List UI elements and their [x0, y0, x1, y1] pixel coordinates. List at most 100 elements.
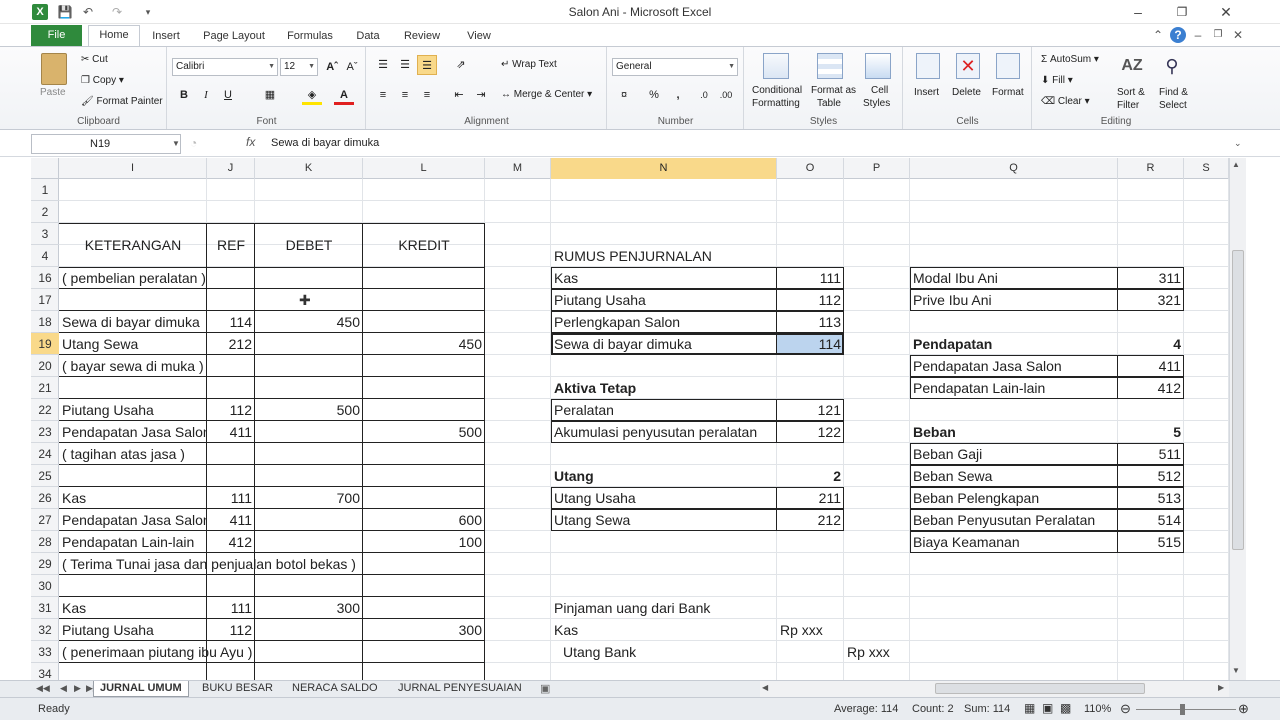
- journal-kredit[interactable]: 300: [363, 619, 485, 641]
- row-header-32[interactable]: 32: [31, 619, 59, 641]
- journal-keterangan[interactable]: Pendapatan Lain-lain: [59, 531, 207, 553]
- align-center-icon[interactable]: ≡: [395, 85, 415, 105]
- merge-center-button[interactable]: ↔ Merge & Center ▾: [501, 89, 592, 100]
- pendapatan-code[interactable]: 412: [1118, 377, 1184, 399]
- pinjaman-utang-bank[interactable]: Utang Bank: [551, 641, 777, 663]
- cut-button[interactable]: ✂ Cut: [81, 54, 108, 65]
- format-as-table-button[interactable]: Format as: [811, 85, 856, 96]
- row-header-1[interactable]: 1: [31, 179, 59, 201]
- aktiva-tetap-name[interactable]: Peralatan: [551, 399, 777, 421]
- help-icon[interactable]: ?: [1170, 27, 1186, 43]
- zoom-out-icon[interactable]: ⊖: [1120, 701, 1131, 717]
- grow-font-icon[interactable]: Aˆ: [322, 57, 342, 77]
- formula-bar-collapse-icon[interactable]: ◔: [190, 136, 197, 150]
- delete-button[interactable]: Delete: [952, 87, 981, 98]
- bold-icon[interactable]: B: [174, 85, 194, 105]
- beban-name[interactable]: Beban Penyusutan Peralatan: [910, 509, 1118, 531]
- aset-lancar-code[interactable]: 112: [777, 289, 844, 311]
- journal-ref[interactable]: 411: [207, 509, 255, 531]
- expand-formula-bar-icon[interactable]: ⌄: [1234, 138, 1242, 149]
- zoom-in-icon[interactable]: ⊕: [1238, 701, 1249, 717]
- align-left-icon[interactable]: ≡: [373, 85, 393, 105]
- journal-kredit[interactable]: 100: [363, 531, 485, 553]
- pendapatan-name[interactable]: Pendapatan Jasa Salon: [910, 355, 1118, 377]
- workbook-restore-icon[interactable]: ❐: [1210, 27, 1226, 43]
- worksheet-grid[interactable]: KETERANGAN REF DEBET KREDIT ( pembelian pera…: [59, 179, 1229, 680]
- sheet-tab-jurnal-umum[interactable]: JURNAL UMUM: [93, 681, 189, 697]
- journal-keterangan[interactable]: ( Terima Tunai jasa dan penjualan botol …: [59, 553, 485, 575]
- modal-code[interactable]: 311: [1118, 267, 1184, 289]
- row-header-16[interactable]: 16: [31, 267, 59, 289]
- journal-ref[interactable]: 112: [207, 619, 255, 641]
- font-size-combo[interactable]: 12 ▼: [280, 58, 318, 76]
- journal-debet[interactable]: 500: [255, 399, 363, 421]
- beban-name[interactable]: Beban Gaji: [910, 443, 1118, 465]
- font-color-icon[interactable]: A: [334, 85, 354, 105]
- aset-lancar-name[interactable]: Sewa di bayar dimuka: [551, 333, 777, 355]
- fill-color-icon[interactable]: ◈: [302, 85, 322, 105]
- column-header-s[interactable]: S: [1184, 158, 1229, 179]
- format-button[interactable]: Format: [992, 87, 1024, 98]
- journal-keterangan[interactable]: Utang Sewa: [59, 333, 207, 355]
- beban-code[interactable]: 514: [1118, 509, 1184, 531]
- modal-code[interactable]: 321: [1118, 289, 1184, 311]
- insert-button[interactable]: Insert: [914, 87, 939, 98]
- vertical-scroll-thumb[interactable]: [1232, 250, 1244, 550]
- modal-name[interactable]: Prive Ibu Ani: [910, 289, 1118, 311]
- column-header-m[interactable]: M: [485, 158, 551, 179]
- autosum-button[interactable]: Σ AutoSum ▾: [1041, 54, 1099, 65]
- journal-kredit[interactable]: 600: [363, 509, 485, 531]
- beban-code[interactable]: 515: [1118, 531, 1184, 553]
- journal-debet[interactable]: 700: [255, 487, 363, 509]
- page-break-view-icon[interactable]: ▩: [1060, 701, 1071, 715]
- aktiva-tetap-code[interactable]: 121: [777, 399, 844, 421]
- column-header-l[interactable]: L: [363, 158, 485, 179]
- first-sheet-icon[interactable]: ◀◀: [36, 683, 50, 694]
- utang-name[interactable]: Utang Sewa: [551, 509, 777, 531]
- clear-button[interactable]: ⌫ Clear ▾: [1041, 96, 1090, 107]
- tab-home[interactable]: Home: [88, 25, 140, 47]
- journal-ref[interactable]: 411: [207, 421, 255, 443]
- zoom-slider-track[interactable]: [1136, 709, 1236, 710]
- beban-code[interactable]: 511: [1118, 443, 1184, 465]
- wrap-text-button[interactable]: ↵ Wrap Text: [501, 59, 557, 70]
- zoom-level[interactable]: 110%: [1084, 703, 1111, 715]
- decrease-decimal-icon[interactable]: .00: [716, 85, 736, 105]
- minimize-ribbon-icon[interactable]: ⌃: [1150, 27, 1166, 43]
- journal-keterangan[interactable]: [59, 663, 207, 680]
- sheet-tab-neraca-saldo[interactable]: NERACA SALDO: [286, 681, 384, 697]
- tab-view[interactable]: View: [462, 27, 496, 46]
- cell-styles-button[interactable]: Cell: [871, 85, 888, 96]
- journal-keterangan[interactable]: Piutang Usaha: [59, 399, 207, 421]
- row-header-3[interactable]: 3: [31, 223, 59, 245]
- scroll-left-icon[interactable]: ◀: [762, 683, 768, 692]
- journal-keterangan[interactable]: [59, 465, 207, 487]
- journal-kredit[interactable]: 500: [363, 421, 485, 443]
- next-sheet-icon[interactable]: ▶: [74, 683, 81, 694]
- utang-code[interactable]: 211: [777, 487, 844, 509]
- journal-keterangan[interactable]: Pendapatan Jasa Salon: [59, 509, 207, 531]
- tab-page-layout[interactable]: Page Layout: [198, 27, 270, 46]
- journal-keterangan[interactable]: Kas: [59, 487, 207, 509]
- aktiva-tetap-name[interactable]: Akumulasi penyusutan peralatan: [551, 421, 777, 443]
- journal-debet[interactable]: 450: [255, 311, 363, 333]
- row-header-19[interactable]: 19: [31, 333, 59, 355]
- minimize-icon[interactable]: –: [1116, 0, 1160, 24]
- row-header-20[interactable]: 20: [31, 355, 59, 377]
- column-header-k[interactable]: K: [255, 158, 363, 179]
- name-box[interactable]: N19: [31, 134, 181, 154]
- row-header-28[interactable]: 28: [31, 531, 59, 553]
- workbook-close-icon[interactable]: ✕: [1230, 27, 1246, 43]
- aset-lancar-name[interactable]: Kas: [551, 267, 777, 289]
- row-header-2[interactable]: 2: [31, 201, 59, 223]
- align-top-icon[interactable]: ☰: [373, 55, 393, 75]
- workbook-minimize-icon[interactable]: –: [1190, 27, 1206, 43]
- align-bottom-icon[interactable]: ☰: [417, 55, 437, 75]
- aset-lancar-name[interactable]: Piutang Usaha: [551, 289, 777, 311]
- header-keterangan[interactable]: KETERANGAN: [59, 234, 207, 256]
- sort-filter-button[interactable]: Sort &: [1117, 87, 1145, 98]
- find-select-button[interactable]: Find &: [1159, 87, 1188, 98]
- formula-content[interactable]: Sewa di bayar dimuka: [271, 137, 379, 149]
- tab-data[interactable]: Data: [352, 27, 384, 46]
- row-header-31[interactable]: 31: [31, 597, 59, 619]
